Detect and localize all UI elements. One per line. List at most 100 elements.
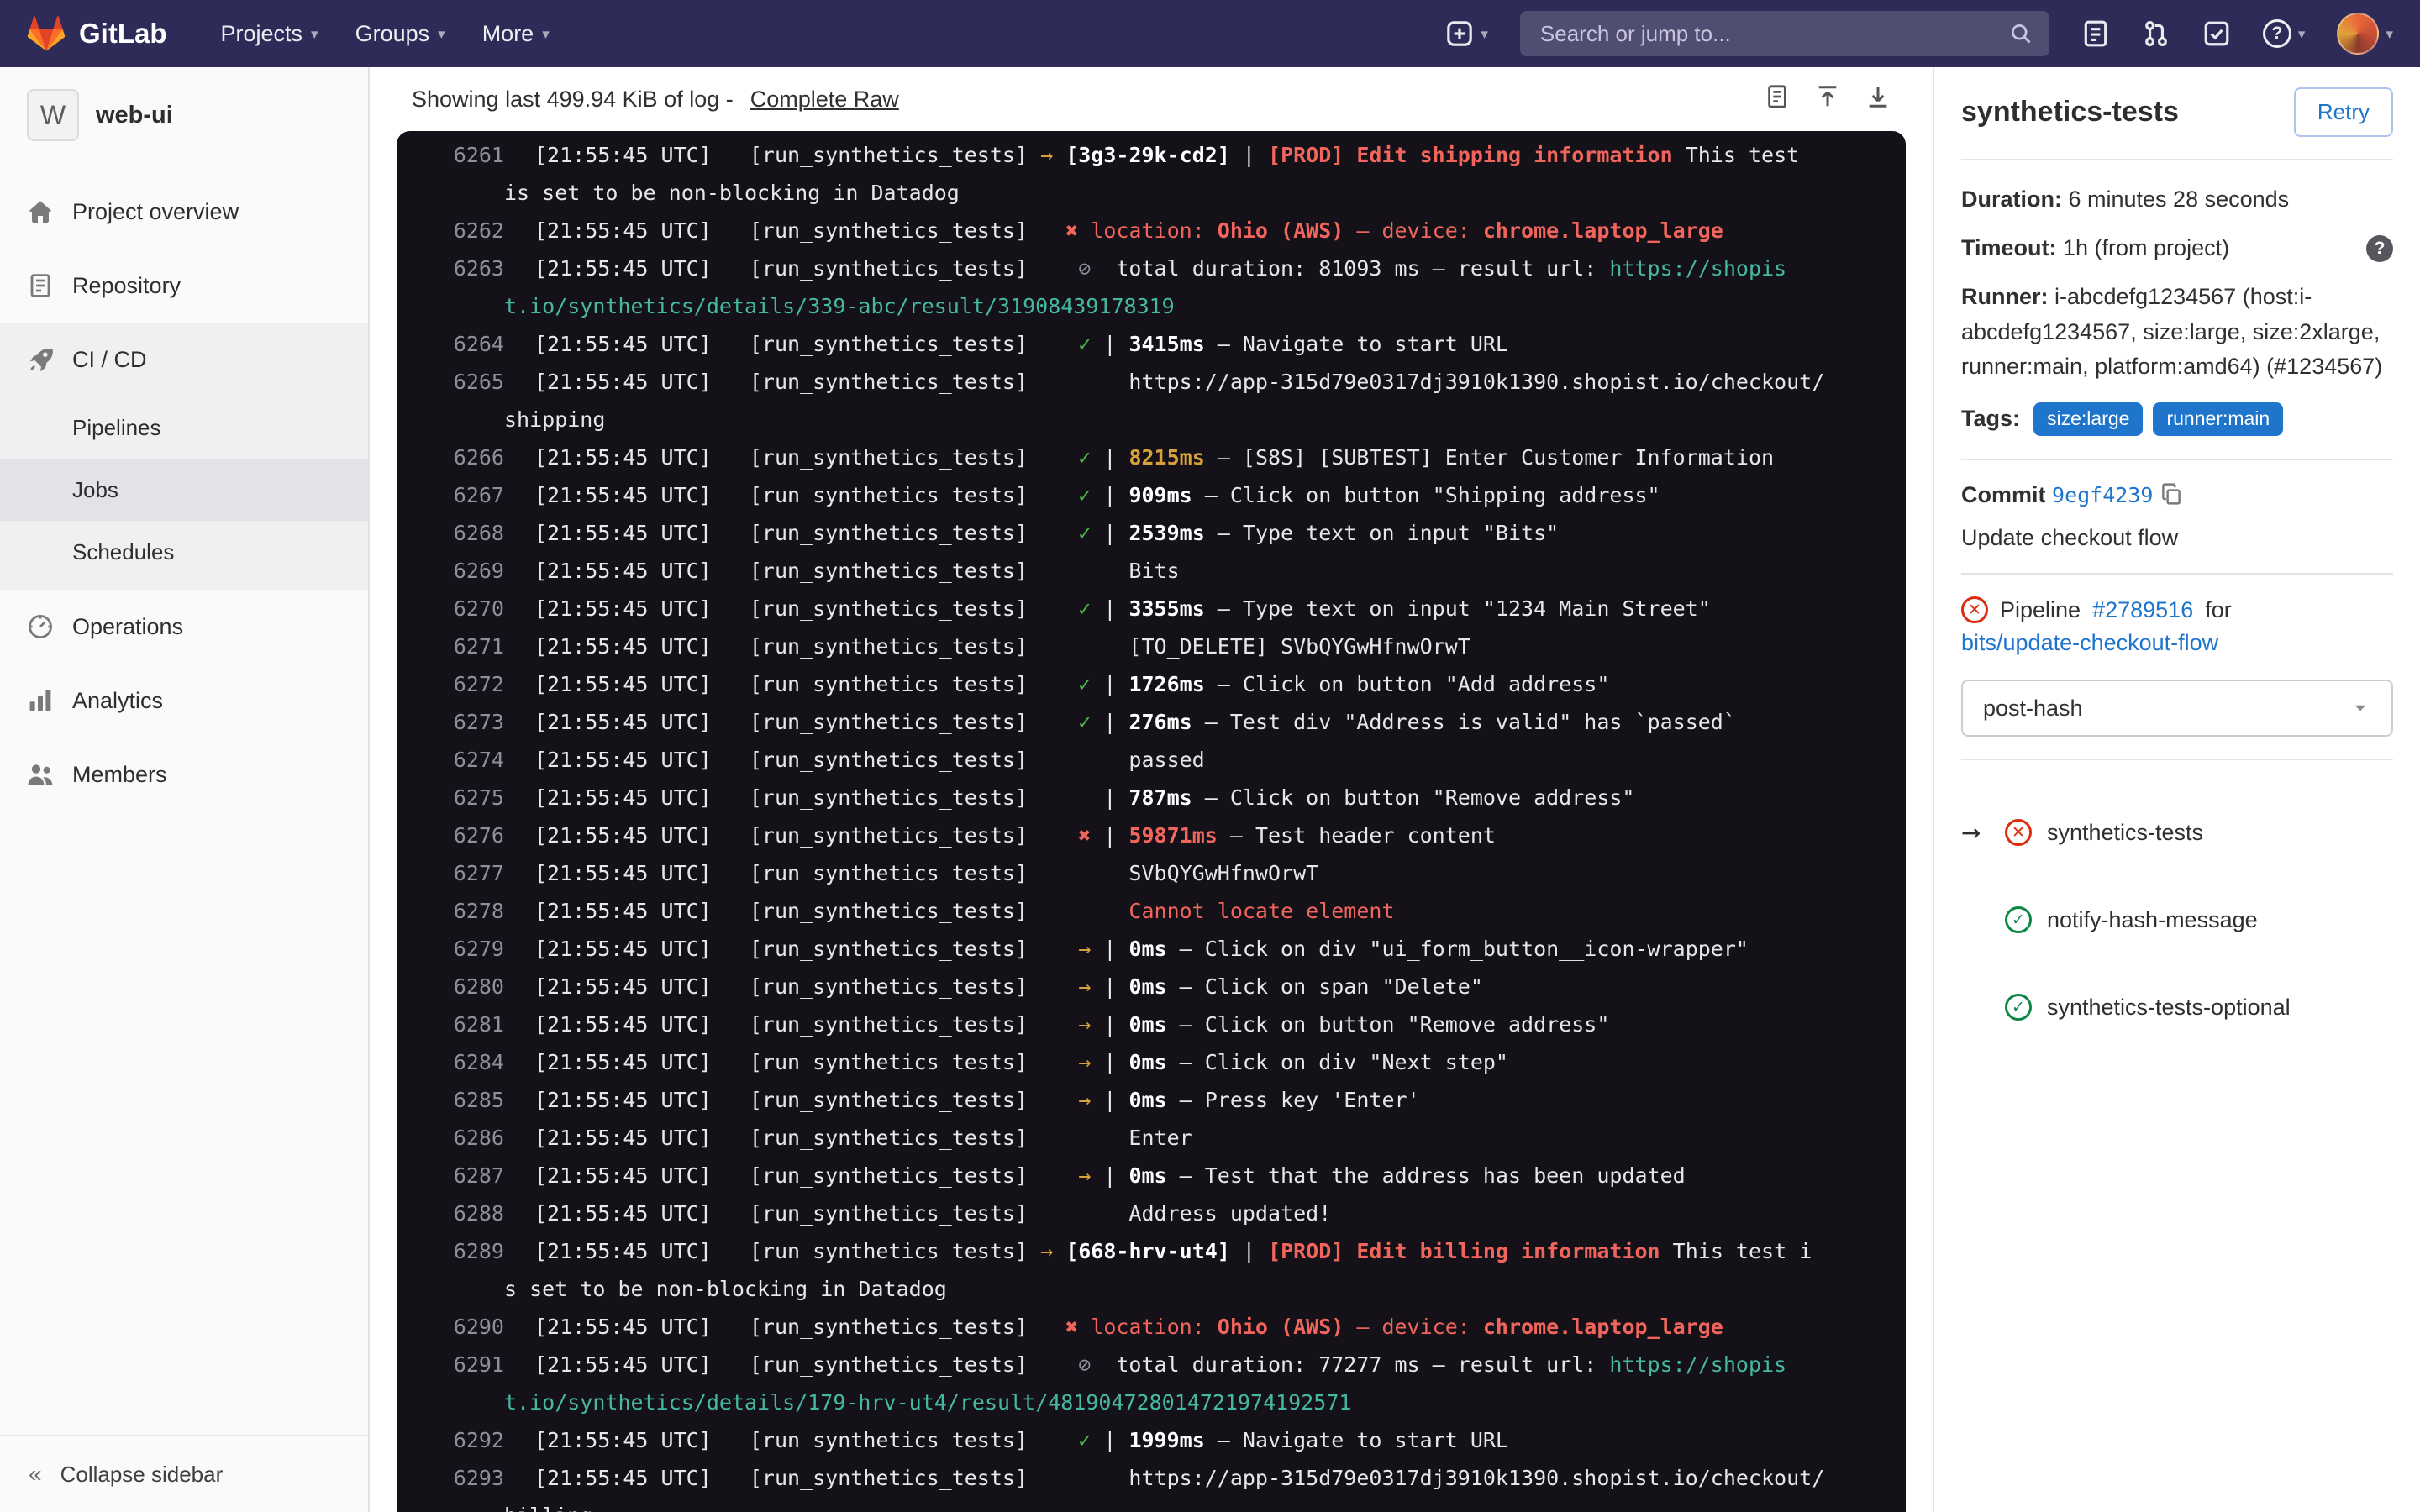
log-line-number[interactable]: 6267 (397, 476, 534, 514)
sidebar-item-label: Repository (72, 273, 181, 299)
user-menu-button[interactable]: ▾ (2337, 13, 2393, 55)
log-line-number[interactable]: 6280 (397, 968, 534, 1005)
scroll-bottom-button[interactable] (1865, 84, 1891, 115)
chart-icon (27, 687, 54, 714)
log-line-number[interactable]: 6275 (397, 779, 534, 816)
sidebar-item-members[interactable]: Members (0, 738, 368, 811)
todos-button[interactable] (2202, 19, 2231, 48)
log-line: 6272[21:55:45 UTC] [run_synthetics_tests… (397, 665, 1892, 703)
help-menu-button[interactable]: ? ▾ (2263, 19, 2306, 48)
log-line-number[interactable]: 6285 (397, 1081, 534, 1119)
chevron-down-icon: ▾ (311, 27, 318, 41)
log-line: 6278[21:55:45 UTC] [run_synthetics_tests… (397, 892, 1892, 930)
log-line-number[interactable]: 6268 (397, 514, 534, 552)
sidebar-item-repository[interactable]: Repository (0, 249, 368, 323)
sidebar-item-schedules[interactable]: Schedules (0, 521, 368, 583)
complete-raw-link[interactable]: Complete Raw (750, 87, 899, 113)
log-line-content: [21:55:45 UTC] [run_synthetics_tests] ✓ … (534, 590, 1711, 627)
log-line-number[interactable]: 6278 (397, 892, 534, 930)
log-line-content: [21:55:45 UTC] [run_synthetics_tests] ✖ … (534, 1308, 1723, 1346)
scroll-top-button[interactable] (1815, 84, 1840, 115)
log-line-number[interactable]: 6274 (397, 741, 534, 779)
log-line: 6286[21:55:45 UTC] [run_synthetics_tests… (397, 1119, 1892, 1157)
log-line-number[interactable]: 6265 (397, 363, 534, 401)
log-line-number[interactable]: 6271 (397, 627, 534, 665)
copy-commit-sha-icon[interactable] (2160, 482, 2183, 506)
timeout-help-icon[interactable]: ? (2366, 235, 2393, 262)
retry-button[interactable]: Retry (2294, 87, 2393, 137)
log-line-content: [21:55:45 UTC] [run_synthetics_tests] ⊘ … (534, 249, 1786, 287)
log-line-number[interactable]: 6272 (397, 665, 534, 703)
log-line-content: [21:55:45 UTC] [run_synthetics_tests] pa… (534, 741, 1205, 779)
project-avatar: W (27, 89, 79, 141)
duration-value: 6 minutes 28 seconds (2069, 186, 2290, 212)
nav-menu-more[interactable]: More▾ (466, 11, 566, 57)
log-line-content: [21:55:45 UTC] [run_synthetics_tests] | … (534, 779, 1634, 816)
log-line-number[interactable]: 6293 (397, 1459, 534, 1497)
gitlab-logo-link[interactable]: GitLab (27, 15, 167, 52)
nav-menu-projects[interactable]: Projects▾ (204, 11, 335, 57)
log-line-number[interactable]: 6287 (397, 1157, 534, 1194)
log-line-number[interactable]: 6279 (397, 930, 534, 968)
chevron-down-icon: ▾ (2298, 27, 2306, 41)
pipeline-ref-link[interactable]: bits/update-checkout-flow (1961, 630, 2218, 655)
log-line: 6288[21:55:45 UTC] [run_synthetics_tests… (397, 1194, 1892, 1232)
log-line-number[interactable]: 6266 (397, 438, 534, 476)
log-line-number[interactable]: 6263 (397, 249, 534, 287)
sidebar-item-ci-cd[interactable]: CI / CD (0, 323, 368, 396)
merge-requests-button[interactable] (2142, 19, 2170, 48)
log-line: t.io/synthetics/details/339-abc/result/3… (397, 287, 1892, 325)
search-box[interactable] (1520, 11, 2049, 56)
sidebar-item-operations[interactable]: Operations (0, 590, 368, 664)
collapse-double-chevron-icon: « (29, 1461, 42, 1488)
issues-button[interactable] (2081, 19, 2110, 48)
nav-menu-groups[interactable]: Groups▾ (339, 11, 462, 57)
log-line: 6270[21:55:45 UTC] [run_synthetics_tests… (397, 590, 1892, 627)
stage-dropdown[interactable]: post-hash (1961, 680, 2393, 737)
pipeline-job-synthetics-tests[interactable]: →✕synthetics-tests (1961, 789, 2393, 876)
collapse-sidebar-button[interactable]: « Collapse sidebar (0, 1435, 368, 1512)
log-line-number[interactable]: 6290 (397, 1308, 534, 1346)
log-line-content: [21:55:45 UTC] [run_synthetics_tests] ✓ … (534, 325, 1508, 363)
log-line-number[interactable]: 6292 (397, 1421, 534, 1459)
duration-label: Duration: (1961, 186, 2062, 212)
log-line-number[interactable]: 6264 (397, 325, 534, 363)
log-line-number[interactable]: 6261 (397, 136, 534, 174)
sidebar-item-pipelines[interactable]: Pipelines (0, 396, 368, 459)
log-line-number[interactable]: 6286 (397, 1119, 534, 1157)
log-line-number[interactable]: 6269 (397, 552, 534, 590)
search-input[interactable] (1537, 19, 2009, 49)
log-line-number[interactable]: 6288 (397, 1194, 534, 1232)
log-line-number[interactable]: 6284 (397, 1043, 534, 1081)
log-line-number[interactable]: 6281 (397, 1005, 534, 1043)
log-line-content: [21:55:45 UTC] [run_synthetics_tests] ht… (534, 1459, 1824, 1497)
plus-square-icon (1445, 19, 1474, 48)
chevron-down-icon (2349, 697, 2371, 719)
gitlab-app: GitLab Projects▾Groups▾More▾ ▾ (0, 0, 2420, 1512)
pipeline-link[interactable]: #2789516 (2092, 597, 2193, 623)
pipeline-job-synthetics-tests-optional[interactable]: ✓synthetics-tests-optional (1961, 963, 2393, 1051)
sidebar-item-analytics[interactable]: Analytics (0, 664, 368, 738)
log-line-number[interactable]: 6276 (397, 816, 534, 854)
log-line-content: shipping (504, 401, 605, 438)
log-line-number[interactable]: 6273 (397, 703, 534, 741)
log-line-content: [21:55:45 UTC] [run_synthetics_tests] ✓ … (534, 703, 1736, 741)
pipeline-job-notify-hash-message[interactable]: ✓notify-hash-message (1961, 876, 2393, 963)
log-line-number[interactable]: 6289 (397, 1232, 534, 1270)
timeout-label: Timeout: (1961, 235, 2057, 260)
rocket-icon (27, 346, 54, 373)
raw-file-button[interactable] (1765, 84, 1790, 115)
log-line-number[interactable]: 6291 (397, 1346, 534, 1383)
merge-request-icon (2142, 19, 2170, 48)
sidebar-item-project-overview[interactable]: Project overview (0, 175, 368, 249)
log-line-number[interactable]: 6277 (397, 854, 534, 892)
project-switcher[interactable]: W web-ui (0, 67, 368, 155)
log-line-content: [21:55:45 UTC] [run_synthetics_tests] ✓ … (534, 476, 1660, 514)
log-line-number[interactable]: 6262 (397, 212, 534, 249)
chevron-down-icon: ▾ (438, 27, 445, 41)
log-line-number[interactable]: 6270 (397, 590, 534, 627)
commit-sha-link[interactable]: 9egf4239 (2052, 483, 2153, 507)
sidebar-item-jobs[interactable]: Jobs (0, 459, 368, 521)
new-menu-button[interactable]: ▾ (1445, 19, 1488, 48)
log-line: 6273[21:55:45 UTC] [run_synthetics_tests… (397, 703, 1892, 741)
